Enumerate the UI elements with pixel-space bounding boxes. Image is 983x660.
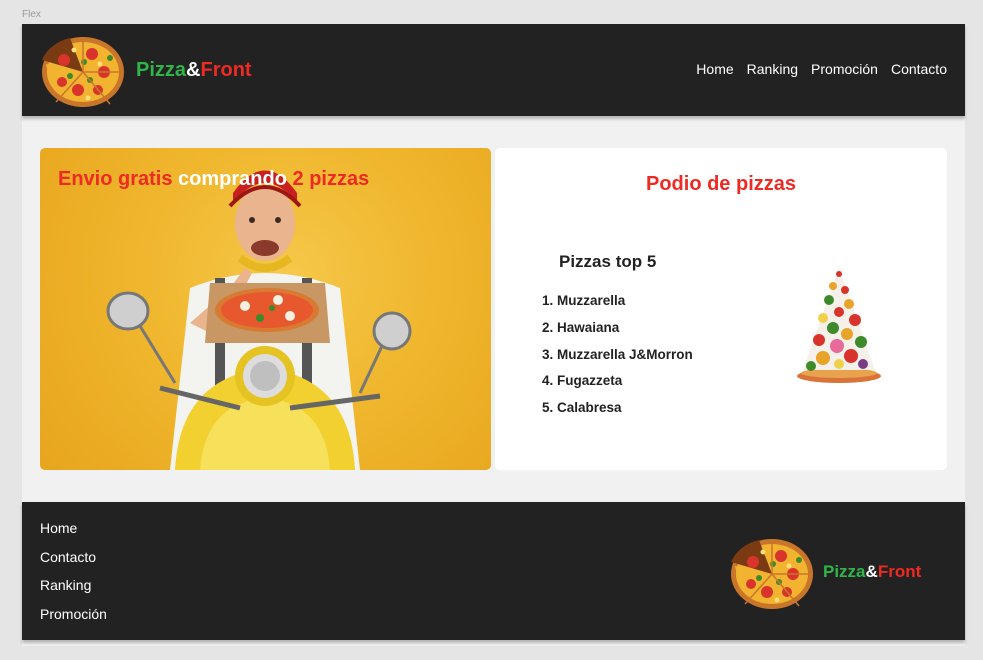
brand-part-amp: & — [865, 562, 878, 581]
site-footer: Home Contacto Ranking Promoción Pizza&Fr… — [22, 502, 965, 640]
brand-part-pizza: Pizza — [823, 562, 866, 581]
brand-part-amp: & — [186, 58, 201, 81]
nav-contacto[interactable]: Contacto — [891, 61, 947, 77]
list-item: 2. Hawaiana — [542, 319, 620, 335]
page-frame: Pizza&Front Home Ranking Promoción Conta… — [22, 24, 965, 646]
list-item: 3. Muzzarella J&Morron — [542, 346, 693, 362]
brand-part-front: Front — [200, 58, 252, 81]
brand-part-pizza: Pizza — [136, 58, 187, 81]
main-nav: Home Ranking Promoción Contacto — [696, 61, 947, 77]
footer-brand: Pizza&Front — [823, 562, 921, 582]
footer-link-ranking[interactable]: Ranking — [40, 575, 107, 604]
pizza-tower-image — [797, 268, 881, 383]
nav-ranking[interactable]: Ranking — [747, 61, 798, 77]
list-item: 1. Muzzarella — [542, 293, 626, 308]
podio-card: Podio de pizzas Pizzas top 5 1. Muzzarel… — [495, 148, 947, 470]
top5-list: 1. Muzzarella 2. Hawaiana 3. Muzzarella … — [542, 288, 693, 422]
footer-link-home[interactable]: Home — [40, 518, 107, 547]
site-header: Pizza&Front Home Ranking Promoción Conta… — [22, 24, 965, 116]
top5-title: Pizzas top 5 — [559, 252, 657, 271]
footer-logo[interactable]: Pizza&Front — [729, 534, 921, 610]
footer-link-promocion[interactable]: Promoción — [40, 604, 107, 633]
footer-link-contacto[interactable]: Contacto — [40, 547, 107, 576]
pizza-logo-icon — [731, 539, 813, 609]
nav-home[interactable]: Home — [696, 61, 733, 77]
pizza-logo-icon — [42, 37, 124, 107]
promo-title-part1: Envio gratis — [58, 168, 173, 190]
header-brand: Pizza&Front — [136, 59, 252, 82]
header-logo[interactable]: Pizza&Front — [40, 32, 252, 108]
promo-title: Envio gratis comprando 2 pizzas — [58, 168, 369, 191]
delivery-photo — [106, 170, 412, 470]
promo-title-part3: 2 pizzas — [292, 168, 370, 190]
list-item: 5. Calabresa — [542, 400, 622, 416]
list-item: 4. Fugazzeta — [542, 373, 623, 389]
promo-card[interactable]: Envio gratis comprando 2 pizzas — [40, 148, 491, 470]
nav-promocion[interactable]: Promoción — [811, 61, 878, 77]
brand-part-front: Front — [877, 562, 922, 581]
podio-title: Podio de pizzas — [645, 173, 797, 195]
frame-label: Flex — [22, 9, 41, 20]
footer-nav: Home Contacto Ranking Promoción — [40, 518, 107, 632]
promo-title-part2: comprando — [178, 168, 287, 190]
